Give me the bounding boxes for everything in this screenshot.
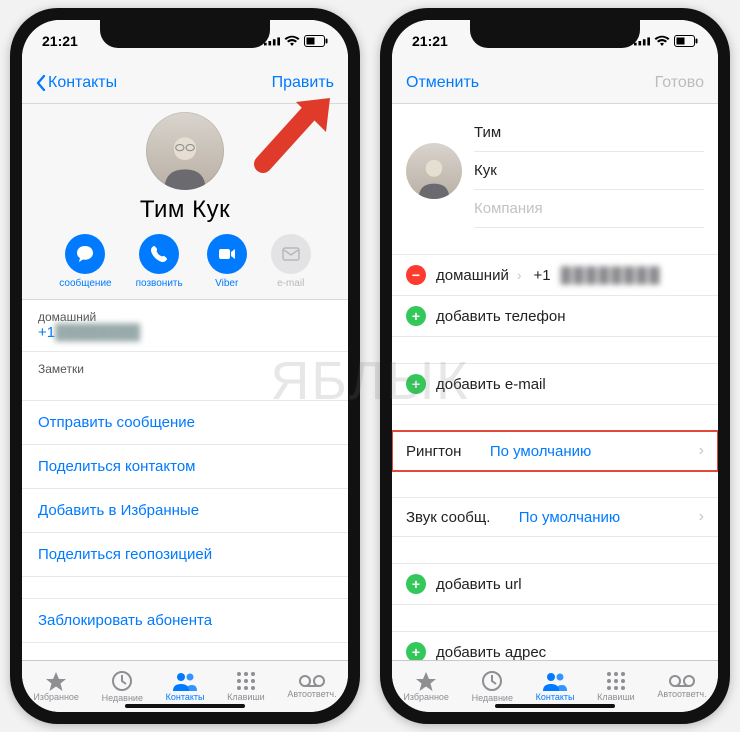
remove-icon[interactable]: − xyxy=(406,265,426,285)
chevron-right-icon: › xyxy=(699,508,704,526)
video-icon xyxy=(218,245,236,263)
annotation-arrow xyxy=(248,94,338,174)
text-tone-row[interactable]: Звук сообщ. По умолчанию › xyxy=(392,497,718,537)
share-location-link[interactable]: Поделиться геопозицией xyxy=(22,533,348,577)
contacts-icon xyxy=(542,671,568,691)
add-favorite-link[interactable]: Добавить в Избранные xyxy=(22,489,348,533)
add-icon[interactable]: + xyxy=(406,574,426,594)
tab-recents[interactable]: Недавние xyxy=(472,670,513,703)
add-address-row[interactable]: + добавить адрес xyxy=(392,631,718,660)
first-name-field[interactable]: Тим xyxy=(474,114,704,152)
keypad-icon xyxy=(236,671,256,691)
tab-keypad[interactable]: Клавиши xyxy=(227,671,265,702)
home-indicator[interactable] xyxy=(125,704,245,708)
cancel-button[interactable]: Отменить xyxy=(406,74,479,92)
phone-icon xyxy=(150,245,168,263)
star-icon xyxy=(44,671,68,691)
contact-name: Тим Кук xyxy=(22,196,348,224)
send-message-link[interactable]: Отправить сообщение xyxy=(22,401,348,445)
tab-keypad[interactable]: Клавиши xyxy=(597,671,635,702)
add-icon[interactable]: + xyxy=(406,374,426,394)
last-name-field[interactable]: Кук xyxy=(474,152,704,190)
avatar xyxy=(146,112,224,190)
company-field[interactable]: Компания xyxy=(474,190,704,228)
tab-recents[interactable]: Недавние xyxy=(102,670,143,703)
add-email-row[interactable]: + добавить e-mail xyxy=(392,363,718,405)
status-time: 21:21 xyxy=(412,33,448,49)
add-icon[interactable]: + xyxy=(406,306,426,326)
clock-icon xyxy=(481,670,503,692)
voicemail-icon xyxy=(299,674,325,688)
wifi-icon xyxy=(654,35,670,47)
call-action[interactable]: позвонить xyxy=(136,234,183,289)
home-indicator[interactable] xyxy=(495,704,615,708)
keypad-icon xyxy=(606,671,626,691)
message-icon xyxy=(75,244,95,264)
notch xyxy=(470,20,640,48)
notch xyxy=(100,20,270,48)
wifi-icon xyxy=(284,35,300,47)
tab-favorites[interactable]: Избранное xyxy=(403,671,449,702)
avatar[interactable] xyxy=(406,143,462,199)
notes-row[interactable]: Заметки xyxy=(22,352,348,401)
email-action: e-mail xyxy=(271,234,311,289)
add-phone-row[interactable]: + добавить телефон xyxy=(392,296,718,337)
star-icon xyxy=(414,671,438,691)
ringtone-row[interactable]: Рингтон По умолчанию › xyxy=(392,431,718,471)
battery-icon xyxy=(674,35,698,47)
phone-frame-left: 21:21 Контакты Править xyxy=(10,8,360,724)
phone-frame-right: 21:21 Отменить Готово Тим xyxy=(380,8,730,724)
contacts-icon xyxy=(172,671,198,691)
share-contact-link[interactable]: Поделиться контактом xyxy=(22,445,348,489)
tab-contacts[interactable]: Контакты xyxy=(536,671,575,702)
mail-icon xyxy=(282,247,300,261)
block-contact-link[interactable]: Заблокировать абонента xyxy=(22,599,348,643)
back-button[interactable]: Контакты xyxy=(36,74,117,92)
status-time: 21:21 xyxy=(42,33,78,49)
tab-voicemail[interactable]: Автоответч. xyxy=(657,674,706,699)
phone-row[interactable]: домашний +1████████ xyxy=(22,300,348,352)
battery-icon xyxy=(304,35,328,47)
tab-contacts[interactable]: Контакты xyxy=(166,671,205,702)
voicemail-icon xyxy=(669,674,695,688)
nav-bar: Отменить Готово xyxy=(392,62,718,104)
viber-action[interactable]: Viber xyxy=(207,234,247,289)
tab-voicemail[interactable]: Автоответч. xyxy=(287,674,336,699)
clock-icon xyxy=(111,670,133,692)
edit-button[interactable]: Править xyxy=(272,74,334,92)
add-icon[interactable]: + xyxy=(406,642,426,660)
done-button[interactable]: Готово xyxy=(655,74,704,92)
add-url-row[interactable]: + добавить url xyxy=(392,563,718,605)
message-action[interactable]: сообщение xyxy=(59,234,111,289)
chevron-right-icon: › xyxy=(699,442,704,460)
tab-favorites[interactable]: Избранное xyxy=(33,671,79,702)
chevron-right-icon: › xyxy=(517,267,522,283)
chevron-left-icon xyxy=(36,75,46,91)
phone-home-row[interactable]: − домашний › +1████████ xyxy=(392,254,718,296)
